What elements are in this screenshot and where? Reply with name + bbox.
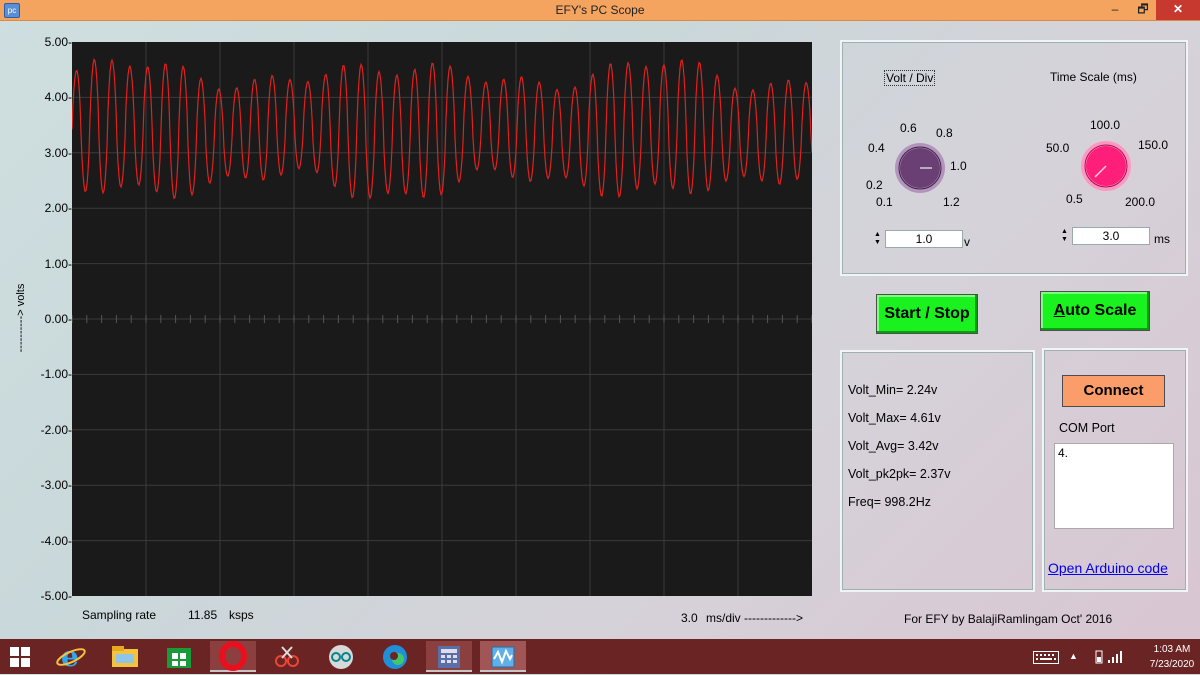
- snipping-tool-icon[interactable]: [264, 641, 310, 672]
- auto-scale-label: uto Scale: [1065, 302, 1137, 319]
- time-tick-3: 150.0: [1138, 138, 1169, 152]
- minimize-button[interactable]: –: [1100, 0, 1130, 20]
- start-stop-button[interactable]: Start / Stop: [876, 294, 978, 334]
- taskbar: e ▲ 1:03 AM 7/23/2020: [0, 639, 1200, 674]
- timebase-value: 3.0: [681, 611, 698, 625]
- tray-expand-icon[interactable]: ▲: [1069, 651, 1078, 661]
- y-tick-label: 4.00-: [44, 90, 72, 105]
- volt-tick-0: 0.1: [876, 195, 893, 209]
- volt-div-input[interactable]: 1.0: [885, 230, 963, 248]
- time-tick-0: 0.5: [1066, 192, 1083, 206]
- ie-icon[interactable]: e: [48, 640, 94, 673]
- store-icon[interactable]: [156, 641, 202, 672]
- volt-min-readout: Volt_Min= 2.24v: [848, 383, 938, 397]
- pc-scope-icon[interactable]: [480, 641, 526, 672]
- spinner-arrows-icon[interactable]: ▲ ▼: [874, 231, 883, 247]
- com-port-label: COM Port: [1059, 421, 1115, 435]
- volt-tick-3: 0.6: [900, 121, 917, 135]
- com-port-list[interactable]: 4.: [1054, 443, 1174, 529]
- clock-date[interactable]: 7/23/2020: [1145, 659, 1199, 670]
- calculator-icon[interactable]: [426, 641, 472, 672]
- volt-div-knob[interactable]: [893, 141, 947, 195]
- window-title: EFY's PC Scope: [555, 3, 645, 17]
- volt-tick-6: 1.2: [943, 195, 960, 209]
- timebase-label: ms/div ------------->: [706, 611, 803, 625]
- volt-tick-4: 0.8: [936, 126, 953, 140]
- sampling-rate-value: 11.85: [188, 608, 218, 622]
- sampling-rate-label: Sampling rate: [82, 608, 157, 622]
- y-tick-label: -4.00-: [40, 533, 72, 548]
- auto-scale-mnemonic: A: [1053, 302, 1066, 319]
- title-bar: pc EFY's PC Scope – 🗗 ✕: [0, 0, 1200, 21]
- y-tick-label: 1.00-: [44, 256, 72, 271]
- opera-icon[interactable]: [210, 641, 256, 672]
- frequency-readout: Freq= 998.2Hz: [848, 495, 932, 509]
- keyboard-icon[interactable]: [1033, 651, 1059, 664]
- y-tick-label: 2.00-: [44, 201, 72, 216]
- scope-display: [71, 42, 813, 596]
- waveform-canvas: [71, 42, 813, 596]
- volt-max-readout: Volt_Max= 4.61v: [848, 411, 941, 425]
- time-tick-1: 50.0: [1046, 141, 1070, 155]
- volt-tick-2: 0.4: [868, 141, 885, 155]
- volt-div-spinner[interactable]: ▲ ▼ 1.0: [874, 230, 963, 248]
- y-tick-label: 0.00-: [44, 312, 72, 326]
- maximize-button[interactable]: 🗗: [1130, 0, 1156, 20]
- clock-time[interactable]: 1:03 AM: [1150, 644, 1194, 655]
- time-tick-4: 200.0: [1125, 195, 1156, 209]
- volt-div-unit: v: [964, 235, 970, 249]
- start-icon[interactable]: [10, 647, 30, 667]
- edge-icon[interactable]: [372, 641, 418, 672]
- y-tick-label: 5.00-: [44, 35, 72, 49]
- y-tick-label: 3.00-: [44, 145, 72, 160]
- y-tick-label: -3.00-: [40, 478, 72, 493]
- time-scale-knob[interactable]: [1079, 139, 1133, 193]
- credit-text: For EFY by BalajiRamlingam Oct' 2016: [904, 612, 1113, 626]
- file-explorer-icon[interactable]: [102, 641, 148, 672]
- time-scale-unit: ms: [1154, 232, 1170, 246]
- volt-pk2pk-readout: Volt_pk2pk= 2.37v: [848, 467, 951, 481]
- time-scale-title: Time Scale (ms): [1050, 70, 1137, 84]
- time-tick-2: 100.0: [1090, 118, 1121, 132]
- volt-avg-readout: Volt_Avg= 3.42v: [848, 439, 939, 453]
- spinner-arrows-icon[interactable]: ▲ ▼: [1061, 228, 1070, 244]
- battery-network-icon[interactable]: [1094, 649, 1124, 665]
- sampling-rate-unit: ksps: [229, 608, 254, 622]
- time-scale-input[interactable]: 3.0: [1072, 227, 1150, 245]
- y-tick-label: -1.00-: [40, 367, 72, 382]
- y-tick-label: -2.00-: [40, 422, 72, 437]
- volt-div-title: Volt / Div: [884, 70, 936, 86]
- time-scale-spinner[interactable]: ▲ ▼ 3.0: [1061, 227, 1150, 245]
- y-axis-label: ----------> volts: [15, 283, 27, 353]
- y-tick-label: -5.00-: [40, 589, 72, 603]
- arduino-icon[interactable]: [318, 641, 364, 672]
- open-arduino-code-link[interactable]: Open Arduino code: [1048, 560, 1168, 576]
- connect-button[interactable]: Connect: [1062, 375, 1165, 407]
- com-port-item[interactable]: 4.: [1058, 446, 1170, 460]
- volt-tick-1: 0.2: [866, 178, 883, 192]
- close-button[interactable]: ✕: [1156, 0, 1200, 20]
- volt-tick-5: 1.0: [950, 159, 967, 173]
- auto-scale-button[interactable]: Auto Scale: [1040, 291, 1150, 331]
